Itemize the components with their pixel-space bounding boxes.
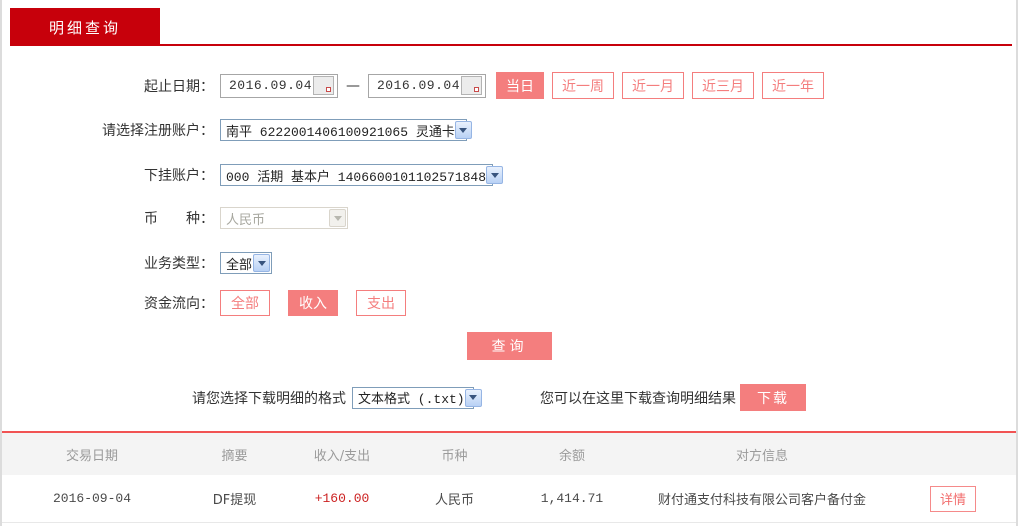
header-currency: 币种 <box>397 445 512 464</box>
chevron-down-icon[interactable] <box>486 166 503 184</box>
tab-detail-query[interactable]: 明细查询 <box>10 8 160 46</box>
register-account-select[interactable]: 南平 6222001406100921065 灵通卡 <box>220 119 467 141</box>
start-date-value[interactable]: 2016.09.04 <box>229 78 312 93</box>
fund-flow-label: 资金流向： <box>2 293 214 313</box>
calendar-icon[interactable] <box>461 76 482 95</box>
business-type-select[interactable]: 全部 <box>220 252 272 274</box>
currency-select: 人民币 <box>220 207 348 229</box>
row-transaction-date: 2016-09-04 <box>2 491 182 506</box>
table-header: 交易日期 摘要 收入/支出 币种 余额 对方信息 <box>2 433 1016 475</box>
row-currency: 人民币 <box>397 489 512 508</box>
sub-account-label: 下挂账户： <box>2 165 214 185</box>
table-row: 2016-09-04 DF提现 +160.00 人民币 1,414.71 财付通… <box>2 475 1016 523</box>
header-transaction-date: 交易日期 <box>2 445 182 464</box>
header-balance: 余额 <box>512 445 632 464</box>
currency-row: 币 种： 人民币 <box>2 207 1016 229</box>
header-income-expense: 收入/支出 <box>287 445 397 464</box>
fund-flow-all-button[interactable]: 全部 <box>220 290 270 316</box>
end-date-input[interactable]: 2016.09.04 <box>368 74 486 98</box>
end-date-value[interactable]: 2016.09.04 <box>377 78 460 93</box>
currency-label: 币 种： <box>2 208 214 228</box>
business-type-value: 全部 <box>226 254 252 273</box>
download-format-value: 文本格式 (.txt) <box>358 388 465 407</box>
download-row: 请您选择下载明细的格式 文本格式 (.txt) 您可以在这里下载查询明细结果 下… <box>192 384 1016 411</box>
quick-range-year-button[interactable]: 近一年 <box>762 72 824 99</box>
register-account-value: 南平 6222001406100921065 灵通卡 <box>226 121 455 140</box>
row-detail-button[interactable]: 详情 <box>930 486 976 512</box>
calendar-icon[interactable] <box>313 76 334 95</box>
row-balance: 1,414.71 <box>512 491 632 506</box>
register-account-label: 请选择注册账户： <box>2 120 214 140</box>
chevron-down-icon[interactable] <box>465 389 482 407</box>
date-range-separator: — <box>346 78 360 94</box>
header-summary: 摘要 <box>182 445 287 464</box>
detail-query-page: 明细查询 起止日期： 2016.09.04 — 2016.09.04 <box>0 0 1018 526</box>
business-type-row: 业务类型： 全部 <box>2 252 1016 274</box>
chevron-down-icon <box>329 209 346 227</box>
download-format-label: 请您选择下载明细的格式 <box>192 388 346 408</box>
fund-flow-row: 资金流向： 全部 收入 支出 <box>2 290 1016 316</box>
tab-bar: 明细查询 <box>2 0 1016 46</box>
currency-value: 人民币 <box>226 209 265 228</box>
chevron-down-icon[interactable] <box>455 121 472 139</box>
sub-account-value: 000 活期 基本户 1406600101102571848 <box>226 166 486 185</box>
download-button[interactable]: 下载 <box>740 384 806 411</box>
chevron-down-icon[interactable] <box>253 254 270 272</box>
row-summary: DF提现 <box>182 489 287 508</box>
quick-range-3months-button[interactable]: 近三月 <box>692 72 754 99</box>
start-date-input[interactable]: 2016.09.04 <box>220 74 338 98</box>
query-form: 起止日期： 2016.09.04 — 2016.09.04 <box>2 46 1016 360</box>
tab-underline <box>10 44 1012 46</box>
download-hint: 您可以在这里下载查询明细结果 <box>540 388 736 408</box>
sub-account-select[interactable]: 000 活期 基本户 1406600101102571848 <box>220 164 493 186</box>
date-range-label: 起止日期： <box>2 76 214 96</box>
quick-range-month-button[interactable]: 近一月 <box>622 72 684 99</box>
register-account-row: 请选择注册账户： 南平 6222001406100921065 灵通卡 <box>2 119 1016 141</box>
quick-range-week-button[interactable]: 近一周 <box>552 72 614 99</box>
header-counterparty: 对方信息 <box>632 445 892 464</box>
business-type-label: 业务类型： <box>2 253 214 273</box>
row-amount: +160.00 <box>287 491 397 506</box>
download-format-select[interactable]: 文本格式 (.txt) <box>352 387 474 409</box>
date-range-row: 起止日期： 2016.09.04 — 2016.09.04 <box>2 72 1016 99</box>
quick-range-today-button[interactable]: 当日 <box>496 72 544 99</box>
sub-account-row: 下挂账户： 000 活期 基本户 1406600101102571848 <box>2 164 1016 186</box>
fund-flow-income-button[interactable]: 收入 <box>288 290 338 316</box>
query-button[interactable]: 查询 <box>467 332 552 360</box>
fund-flow-expense-button[interactable]: 支出 <box>356 290 406 316</box>
row-counterparty: 财付通支付科技有限公司客户备付金 <box>632 489 892 508</box>
calendar-icon-day-marker <box>474 87 479 92</box>
calendar-icon-day-marker <box>326 87 331 92</box>
